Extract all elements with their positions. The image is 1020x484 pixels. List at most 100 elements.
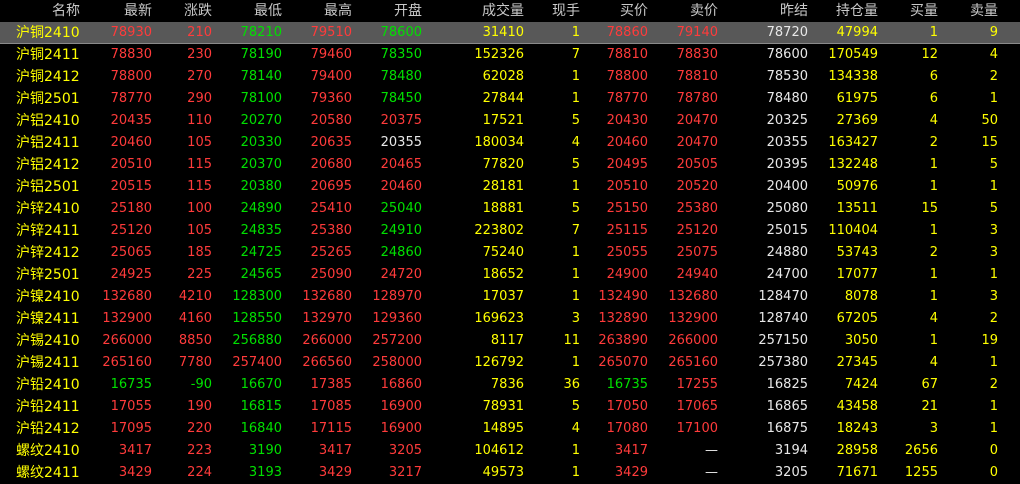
cell-high: 25265 [310, 245, 352, 260]
column-header-open[interactable]: 开盘 [360, 0, 422, 22]
cell-last: 20510 [110, 157, 152, 172]
cell-volume: 27844 [482, 91, 524, 106]
cell-current-volume: 1 [571, 179, 580, 194]
table-row[interactable]: 沪铜2412 78800 270 78140 79400 78480 62028 1 78800… [0, 66, 1020, 88]
cell-low: 24725 [240, 245, 282, 260]
column-header-volume[interactable]: 成交量 [460, 0, 524, 22]
table-row[interactable]: 沪铝2412 20510 115 20370 20680 20465 77820 5 20495… [0, 154, 1020, 176]
cell-high: 17115 [310, 421, 352, 436]
cell-ask-volume: 3 [989, 289, 998, 304]
cell-bid-volume: 2 [929, 135, 938, 150]
table-row[interactable]: 沪铜2501 78770 290 78100 79360 78450 27844 1 78770… [0, 88, 1020, 110]
cell-ask-volume: 0 [989, 465, 998, 480]
cell-high: 79510 [310, 25, 352, 40]
cell-name: 沪锡2411 [16, 355, 80, 371]
cell-bid: 24900 [606, 267, 648, 282]
cell-ask: — [705, 465, 718, 480]
cell-last: 20460 [110, 135, 152, 150]
cell-bid: 3417 [614, 443, 648, 458]
cell-open-interest: 61975 [836, 91, 878, 106]
cell-open: 16900 [380, 399, 422, 414]
table-row[interactable]: 沪锌2411 25120 105 24835 25380 24910 223802 7 2511… [0, 220, 1020, 242]
table-row[interactable]: 沪锌2410 25180 100 24890 25410 25040 18881 5 25150… [0, 198, 1020, 220]
cell-change: 8850 [178, 333, 212, 348]
cell-low: 128550 [232, 311, 282, 326]
table-row[interactable]: 沪锡2411 265160 7780 257400 266560 258000 126792… [0, 352, 1020, 374]
cell-ask: 20520 [676, 179, 718, 194]
cell-bid-volume: 2 [929, 245, 938, 260]
cell-open: 16900 [380, 421, 422, 436]
column-header-bid[interactable]: 买价 [586, 0, 648, 22]
column-header-bid-volume[interactable]: 买量 [886, 0, 938, 22]
cell-last: 25120 [110, 223, 152, 238]
cell-bid-volume: 3 [929, 421, 938, 436]
column-header-high[interactable]: 最高 [292, 0, 352, 22]
cell-last: 132680 [102, 289, 152, 304]
cell-open-interest: 163427 [828, 135, 878, 150]
cell-current-volume: 1 [571, 25, 580, 40]
cell-ask-volume: 3 [989, 223, 998, 238]
table-row[interactable]: 沪镍2410 132680 4210 128300 132680 128970 17037 1… [0, 286, 1020, 308]
cell-bid: 132490 [598, 289, 648, 304]
cell-last: 3417 [118, 443, 152, 458]
cell-low: 20330 [240, 135, 282, 150]
cell-open: 16860 [380, 377, 422, 392]
column-header-current-volume[interactable]: 现手 [540, 0, 580, 22]
cell-ask: 17065 [676, 399, 718, 414]
cell-current-volume: 1 [571, 465, 580, 480]
cell-current-volume: 5 [571, 399, 580, 414]
cell-name: 沪铜2412 [16, 69, 80, 85]
cell-ask-volume: 1 [989, 267, 998, 282]
column-header-prev-settle[interactable]: 昨结 [740, 0, 808, 22]
cell-volume: 78931 [482, 399, 524, 414]
table-row[interactable]: 螺纹2410 3417 223 3190 3417 3205 104612 1 3417 — 319… [0, 440, 1020, 462]
cell-ask: 25120 [676, 223, 718, 238]
table-row[interactable]: 沪铅2412 17095 220 16840 17115 16900 14895 4 17080… [0, 418, 1020, 440]
table-row[interactable]: 沪铜2410 78930 210 78210 79510 78600 31410 1 78860… [0, 22, 1020, 44]
cell-volume: 49573 [482, 465, 524, 480]
table-row[interactable]: 沪锡2410 266000 8850 256880 266000 257200 8117 11… [0, 330, 1020, 352]
cell-ask-volume: 5 [989, 201, 998, 216]
cell-bid-volume: 1 [929, 267, 938, 282]
cell-prev-settle: 16875 [766, 421, 808, 436]
cell-change: 115 [187, 157, 212, 172]
cell-change: 7780 [178, 355, 212, 370]
cell-open-interest: 132248 [828, 157, 878, 172]
table-row[interactable]: 沪铜2411 78830 230 78190 79460 78350 152326 7 7881… [0, 44, 1020, 66]
cell-bid-volume: 1 [929, 289, 938, 304]
cell-change: 225 [187, 267, 212, 282]
cell-low: 78210 [240, 25, 282, 40]
table-row[interactable]: 沪铅2410 16735 -90 16670 17385 16860 7836 36 16735… [0, 374, 1020, 396]
table-row[interactable]: 螺纹2411 3429 224 3193 3429 3217 49573 1 3429 — 3205… [0, 462, 1020, 484]
cell-open: 258000 [372, 355, 422, 370]
table-row[interactable]: 沪锌2501 24925 225 24565 25090 24720 18652 1 24900… [0, 264, 1020, 286]
cell-ask-volume: 1 [989, 421, 998, 436]
cell-last: 25180 [110, 201, 152, 216]
column-header-open-interest[interactable]: 持仓量 [812, 0, 878, 22]
cell-high: 25410 [310, 201, 352, 216]
table-row[interactable]: 沪铝2411 20460 105 20330 20635 20355 180034 4 2046… [0, 132, 1020, 154]
cell-low: 24835 [240, 223, 282, 238]
table-row[interactable]: 沪铝2410 20435 110 20270 20580 20375 17521 5 20430… [0, 110, 1020, 132]
column-header-ask[interactable]: 卖价 [656, 0, 718, 22]
cell-last: 20435 [110, 113, 152, 128]
column-header-change[interactable]: 涨跌 [160, 0, 212, 22]
cell-ask-volume: 4 [989, 47, 998, 62]
cell-change: 220 [187, 421, 212, 436]
cell-bid: 25150 [606, 201, 648, 216]
cell-bid: 78860 [606, 25, 648, 40]
column-header-low[interactable]: 最低 [222, 0, 282, 22]
cell-low: 257400 [232, 355, 282, 370]
column-header-last[interactable]: 最新 [100, 0, 152, 22]
cell-prev-settle: 25015 [766, 223, 808, 238]
cell-volume: 7836 [490, 377, 524, 392]
cell-open: 128970 [372, 289, 422, 304]
table-row[interactable]: 沪镍2411 132900 4160 128550 132970 129360 169623… [0, 308, 1020, 330]
table-row[interactable]: 沪铝2501 20515 115 20380 20695 20460 28181 1 20510… [0, 176, 1020, 198]
cell-open: 129360 [372, 311, 422, 326]
column-header-ask-volume[interactable]: 卖量 [948, 0, 998, 22]
table-row[interactable]: 沪铅2411 17055 190 16815 17085 16900 78931 5 17050… [0, 396, 1020, 418]
cell-bid: 265070 [598, 355, 648, 370]
cell-prev-settle: 78480 [766, 91, 808, 106]
table-row[interactable]: 沪锌2412 25065 185 24725 25265 24860 75240 1 25055… [0, 242, 1020, 264]
